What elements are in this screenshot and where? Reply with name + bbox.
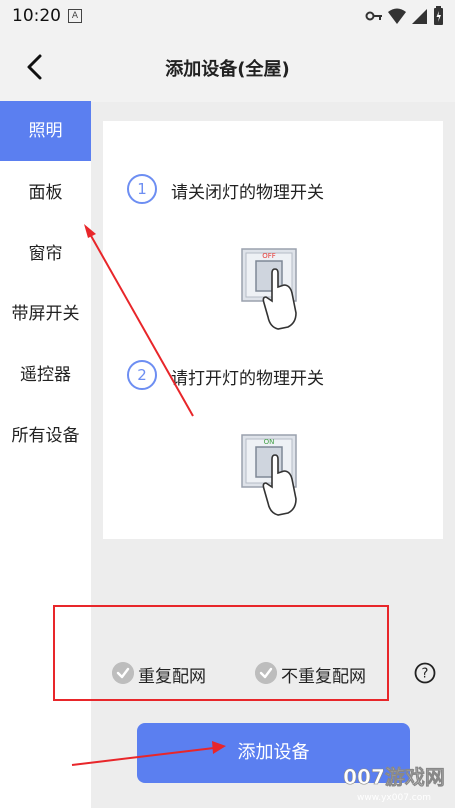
svg-text:?: ? [422,667,429,682]
step-text: 请打开灯的物理开关 [171,369,324,389]
sidebar-item-remote[interactable]: 遥控器 [0,345,91,405]
step-number: 1 [127,174,157,204]
switch-on-label: ON [264,438,275,446]
sidebar-item-lighting[interactable]: 照明 [0,101,91,161]
status-bar: 10:20 A [0,0,455,32]
light-switch-on-illustration: ON [241,434,297,516]
category-sidebar: 照明 面板 窗帘 带屏开关 遥控器 所有设备 [0,101,91,808]
help-icon[interactable]: ? [414,662,436,684]
sidebar-item-all-devices[interactable]: 所有设备 [0,406,91,466]
watermark-logo: 007游戏网 www.yx007.com [343,765,445,803]
step-number: 2 [127,360,157,390]
step-text: 请关闭灯的物理开关 [171,183,324,203]
sidebar-item-screen-switch[interactable]: 带屏开关 [0,284,91,344]
signal-icon [412,9,427,24]
wifi-icon [388,8,406,24]
key-icon [365,11,382,21]
switch-off-label: OFF [262,252,276,260]
instruction-card: 1 请关闭灯的物理开关 OFF 2 请打开灯的物理开关 ON [103,121,443,539]
watermark-main: 007游戏网 [343,765,445,789]
watermark-url: www.yx007.com [357,793,431,803]
header: 添加设备(全屋) [0,32,455,102]
status-time: 10:20 [12,6,61,26]
light-switch-off-illustration: OFF [241,248,297,330]
sidebar-item-panel[interactable]: 面板 [0,163,91,223]
notification-a-icon: A [68,9,82,23]
battery-icon [434,6,443,25]
sidebar-item-curtain[interactable]: 窗帘 [0,224,91,284]
annotation-box [53,605,389,701]
page-title: 添加设备(全屋) [165,59,290,80]
